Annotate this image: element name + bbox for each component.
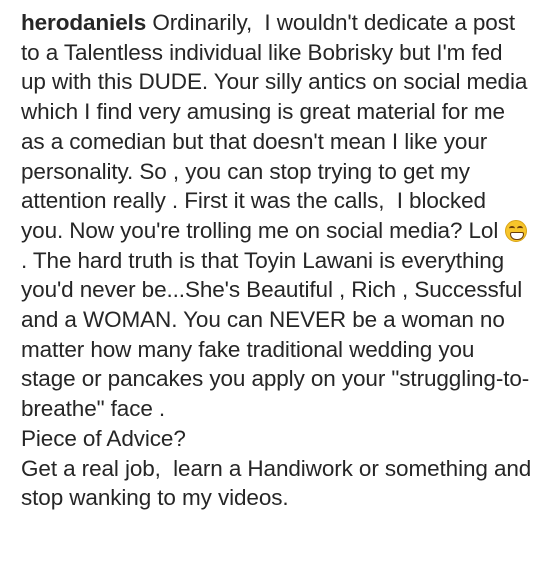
post-caption: herodaniels Ordinarily, I wouldn't dedic… [21,8,533,513]
caption-text-part-1: Ordinarily, I wouldn't dedicate a post t… [21,10,534,243]
username-link[interactable]: herodaniels [21,10,146,35]
grinning-squinting-face-emoji-icon [505,219,528,242]
caption-text-part-2: . The hard truth is that Toyin Lawani is… [21,247,532,511]
